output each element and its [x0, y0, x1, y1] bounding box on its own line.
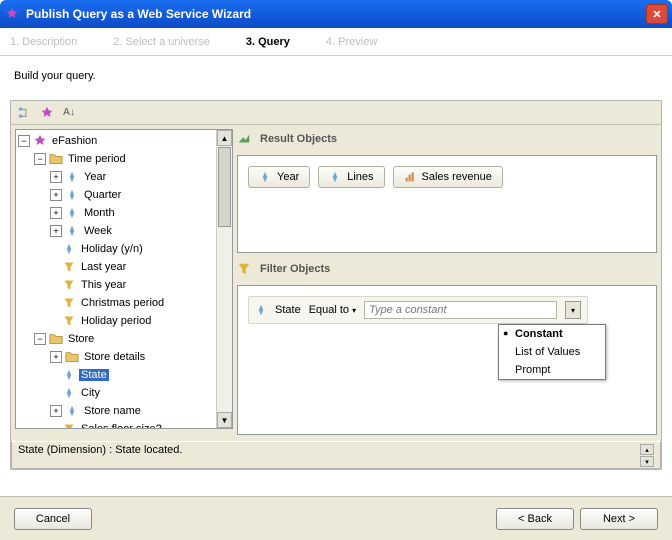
title-bar: Publish Query as a Web Service Wizard ✕ [0, 0, 672, 28]
result-objects-area[interactable]: Year Lines Sales revenue [237, 155, 657, 253]
result-chip-sales-revenue[interactable]: Sales revenue [393, 166, 503, 188]
step-description: 1. Description [10, 36, 77, 48]
filter-icon [62, 422, 76, 428]
close-button[interactable]: ✕ [646, 4, 668, 24]
result-objects-header: Result Objects [237, 129, 657, 149]
folder-icon [49, 152, 63, 166]
input-type-dropdown-button[interactable]: ▾ [565, 301, 581, 319]
chevron-down-icon: ▾ [352, 306, 356, 315]
sort-icon[interactable]: A↓ [61, 105, 77, 121]
dimension-icon [62, 386, 76, 400]
dimension-icon [65, 224, 79, 238]
universe-star-icon [33, 134, 47, 148]
dimension-icon [65, 188, 79, 202]
tree-item[interactable]: +Store details [16, 348, 232, 366]
filter-icon [62, 260, 76, 274]
filter-objects-area[interactable]: State Equal to▾ ▾ Constant List of Value… [237, 285, 657, 435]
toggle-icon[interactable]: − [34, 333, 46, 345]
tree-item[interactable]: Last year [16, 258, 232, 276]
tree-folder-time[interactable]: −Time period [16, 150, 232, 168]
cancel-button[interactable]: Cancel [14, 508, 92, 530]
toggle-icon[interactable]: + [50, 171, 62, 183]
dimension-icon [65, 206, 79, 220]
filter-objects-icon [237, 262, 251, 276]
step-query: 3. Query [246, 36, 290, 48]
dimension-icon [255, 304, 267, 316]
folder-icon [49, 332, 63, 346]
dimension-icon [65, 404, 79, 418]
app-icon [4, 6, 20, 22]
dimension-icon [62, 368, 76, 382]
scroll-thumb[interactable] [218, 147, 231, 227]
toggle-icon[interactable]: + [50, 405, 62, 417]
tree-item[interactable]: +Week [16, 222, 232, 240]
result-chip-year[interactable]: Year [248, 166, 310, 188]
dropdown-item-prompt[interactable]: Prompt [499, 361, 605, 379]
toggle-icon[interactable]: + [50, 207, 62, 219]
tree-folder-store[interactable]: −Store [16, 330, 232, 348]
tree-item[interactable]: +Quarter [16, 186, 232, 204]
next-button[interactable]: Next > [580, 508, 658, 530]
dropdown-item-constant[interactable]: Constant [499, 325, 605, 343]
result-objects-icon [237, 132, 251, 146]
toggle-icon[interactable]: − [18, 135, 30, 147]
tree-item-state[interactable]: State [16, 366, 232, 384]
filter-icon [62, 296, 76, 310]
universe-icon[interactable] [39, 105, 55, 121]
tree-item[interactable]: Sales floor size? [16, 420, 232, 428]
step-select-universe: 2. Select a universe [113, 36, 210, 48]
status-bar: State (Dimension) : State located. ▴ ▾ [11, 441, 661, 469]
input-type-dropdown[interactable]: Constant List of Values Prompt [498, 324, 606, 380]
filter-row-state[interactable]: State Equal to▾ ▾ [248, 296, 588, 324]
footer: Cancel < Back Next > [0, 496, 672, 540]
tree-item[interactable]: City [16, 384, 232, 402]
back-button[interactable]: < Back [496, 508, 574, 530]
dropdown-item-lov[interactable]: List of Values [499, 343, 605, 361]
filter-field-label: State [275, 304, 301, 316]
status-text: State (Dimension) : State located. [18, 444, 640, 456]
tree-item[interactable]: Holiday (y/n) [16, 240, 232, 258]
step-preview: 4. Preview [326, 36, 377, 48]
tree-view-icon[interactable] [17, 105, 33, 121]
dimension-icon [65, 170, 79, 184]
wizard-steps: 1. Description 2. Select a universe 3. Q… [0, 28, 672, 56]
query-panel: A↓ −eFashion −Time period +Year +Quarter… [10, 100, 662, 470]
dimension-icon [62, 242, 76, 256]
constant-input[interactable] [364, 301, 557, 319]
filter-icon [62, 278, 76, 292]
window-title: Publish Query as a Web Service Wizard [26, 7, 646, 21]
status-scroll-up[interactable]: ▴ [640, 444, 654, 455]
tree-scrollbar[interactable]: ▲ ▼ [216, 130, 232, 428]
instruction-text: Build your query. [0, 56, 672, 100]
result-chip-lines[interactable]: Lines [318, 166, 384, 188]
panel-toolbar: A↓ [11, 101, 661, 125]
toggle-icon[interactable]: + [50, 225, 62, 237]
toggle-icon[interactable]: + [50, 189, 62, 201]
tree-item[interactable]: +Year [16, 168, 232, 186]
tree-item[interactable]: This year [16, 276, 232, 294]
scroll-down-icon[interactable]: ▼ [217, 412, 232, 428]
scroll-up-icon[interactable]: ▲ [217, 130, 232, 146]
universe-tree[interactable]: −eFashion −Time period +Year +Quarter +M… [15, 129, 233, 429]
filter-objects-header: Filter Objects [237, 259, 657, 279]
tree-item[interactable]: Christmas period [16, 294, 232, 312]
tree-item[interactable]: +Month [16, 204, 232, 222]
toggle-icon[interactable]: − [34, 153, 46, 165]
toggle-icon[interactable]: + [50, 351, 62, 363]
status-scroll-down[interactable]: ▾ [640, 456, 654, 467]
filter-icon [62, 314, 76, 328]
tree-item[interactable]: Holiday period [16, 312, 232, 330]
tree-root[interactable]: −eFashion [16, 132, 232, 150]
tree-item[interactable]: +Store name [16, 402, 232, 420]
operator-dropdown[interactable]: Equal to▾ [309, 304, 356, 316]
folder-icon [65, 350, 79, 364]
